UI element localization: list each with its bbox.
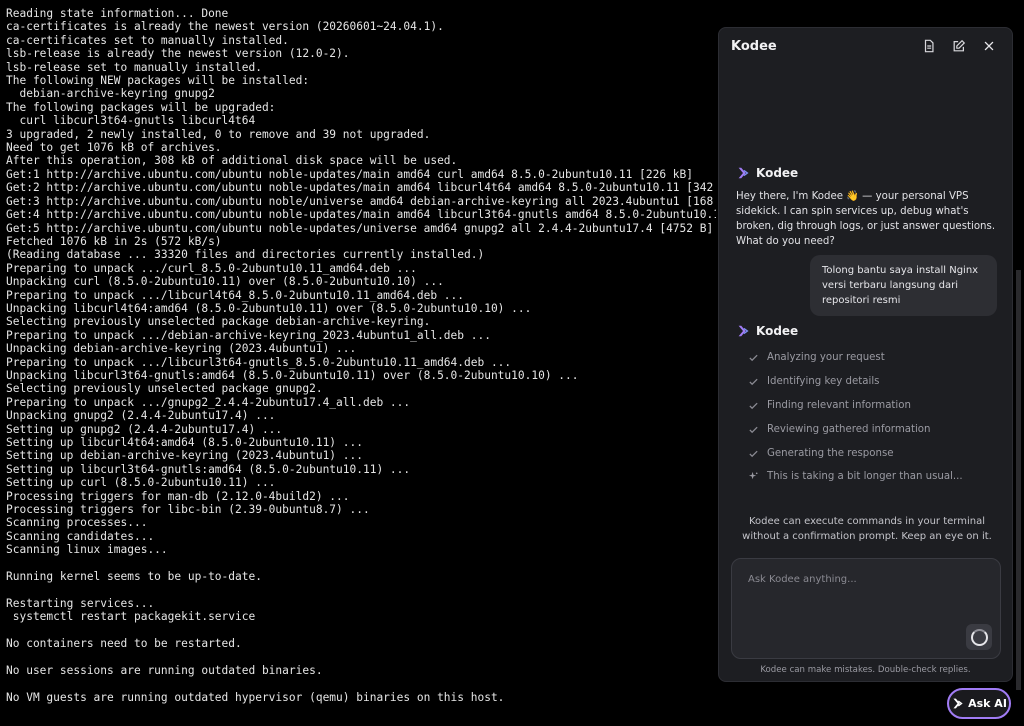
ask-ai-button[interactable]: Ask AI — [947, 688, 1011, 719]
terminal-line: curl libcurl3t64-gnutls libcurl4t64 — [6, 114, 256, 128]
terminal-line: Get:3 http://archive.ubuntu.com/ubuntu n… — [6, 194, 714, 208]
chat-input-box[interactable] — [731, 558, 1001, 659]
terminal-line: Preparing to unpack .../libcurl3t64-gnut… — [6, 355, 512, 369]
terminal-line: Running kernel seems to be up-to-date. — [6, 570, 262, 584]
terminal-line: systemctl restart packagekit.service — [6, 610, 256, 624]
terminal-line: Processing triggers for libc-bin (2.39-0… — [6, 503, 370, 517]
terminal-line: No user sessions are running outdated bi… — [6, 663, 323, 677]
bot-name: Kodee — [756, 324, 799, 338]
check-icon — [747, 447, 759, 459]
terminal-line: ca-certificates is already the newest ve… — [6, 20, 444, 34]
terminal-line: Preparing to unpack .../curl_8.5.0-2ubun… — [6, 261, 417, 275]
terminal-line: Setting up debian-archive-keyring (2023.… — [6, 449, 363, 463]
terminal-line: lsb-release is already the newest versio… — [6, 47, 350, 61]
terminal-output[interactable]: Reading state information... Done ca-cert… — [6, 7, 716, 719]
terminal-line: Preparing to unpack .../gnupg2_2.4.4-2ub… — [6, 395, 411, 409]
terminal-line: Get:1 http://archive.ubuntu.com/ubuntu n… — [6, 167, 694, 181]
user-message: Tolong bantu saya install Nginx versi te… — [810, 255, 997, 316]
terminal-line: Unpacking libcurl3t64-gnutls:amd64 (8.5.… — [6, 368, 579, 382]
terminal-line: ca-certificates set to manually installe… — [6, 33, 289, 47]
terminal-line: Preparing to unpack .../debian-archive-k… — [6, 328, 491, 342]
panel-title: Kodee — [731, 39, 777, 54]
terminal-line: Get:5 http://archive.ubuntu.com/ubuntu n… — [6, 221, 714, 235]
disclaimer: Kodee can make mistakes. Double-check re… — [760, 665, 971, 675]
terminal-line: Processing triggers for man-db (2.12.0-4… — [6, 489, 350, 503]
terminal-line: Unpacking debian-archive-keyring (2023.4… — [6, 342, 357, 356]
step-item: This is taking a bit longer than usual..… — [747, 465, 997, 489]
step-item: Reviewing gathered information — [747, 417, 997, 441]
step-label: Finding relevant information — [767, 399, 911, 411]
bot-label: Kodee — [736, 324, 798, 338]
kodee-panel: Kodee Kodee Hey there, I'm Kodee 👋 — you… — [718, 27, 1013, 682]
step-label: Generating the response — [767, 447, 894, 459]
kodee-logo-icon — [738, 167, 749, 179]
terminal-line: Preparing to unpack .../libcurl4t64_8.5.… — [6, 288, 465, 302]
check-icon — [747, 399, 759, 411]
terminal-line: The following packages will be upgraded: — [6, 100, 276, 114]
scrollbar[interactable] — [1016, 270, 1021, 690]
terminal-line: Scanning linux images... — [6, 543, 168, 557]
terminal-line: No containers need to be restarted. — [6, 637, 242, 651]
step-label: Reviewing gathered information — [767, 423, 931, 435]
kodee-logo-icon — [738, 325, 749, 337]
terminal-line: No VM guests are running outdated hyperv… — [6, 690, 505, 704]
terminal-line: Selecting previously unselected package … — [6, 315, 431, 329]
terminal-line: Setting up libcurl3t64-gnutls:amd64 (8.5… — [6, 462, 411, 476]
terminal-line: lsb-release set to manually installed. — [6, 60, 262, 74]
kodee-logo-icon — [953, 698, 963, 709]
check-icon — [747, 423, 759, 435]
step-item: Finding relevant information — [747, 394, 997, 418]
step-item: Identifying key details — [747, 370, 997, 394]
send-button[interactable] — [966, 624, 992, 650]
close-icon[interactable] — [981, 38, 997, 54]
terminal-line: Unpacking libcurl4t64:amd64 (8.5.0-2ubun… — [6, 301, 532, 315]
terminal-line: Unpacking gnupg2 (2.4.4-2ubuntu17.4) ... — [6, 409, 276, 423]
step-item: Analyzing your request — [747, 346, 997, 370]
loading-spinner-icon — [970, 628, 988, 646]
terminal-line: Restarting services... — [6, 596, 155, 610]
terminal-line: (Reading database ... 33320 files and di… — [6, 248, 485, 262]
panel-header: Kodee — [719, 28, 1012, 66]
bot-name: Kodee — [756, 166, 799, 180]
step-label: Analyzing your request — [767, 352, 885, 364]
progress-steps: Analyzing your request Identifying key d… — [747, 346, 997, 489]
terminal-warning: Kodee can execute commands in your termi… — [742, 516, 992, 542]
terminal-line: Setting up curl (8.5.0-2ubuntu10.11) ... — [6, 476, 276, 490]
edit-icon[interactable] — [951, 38, 967, 54]
step-item: Generating the response — [747, 441, 997, 465]
step-label: Identifying key details — [767, 376, 880, 388]
chat-input[interactable] — [746, 572, 980, 626]
terminal-line: debian-archive-keyring gnupg2 — [6, 87, 215, 101]
terminal-line: Get:2 http://archive.ubuntu.com/ubuntu n… — [6, 181, 714, 195]
terminal-line: Unpacking curl (8.5.0-2ubuntu10.11) over… — [6, 275, 444, 289]
ask-ai-label: Ask AI — [968, 697, 1007, 710]
terminal-line: Setting up libcurl4t64:amd64 (8.5.0-2ubu… — [6, 436, 363, 449]
bot-label: Kodee — [736, 166, 798, 180]
terminal-line: 3 upgraded, 2 newly installed, 0 to remo… — [6, 127, 431, 141]
note-icon[interactable] — [921, 38, 937, 54]
terminal-line: Setting up gnupg2 (2.4.4-2ubuntu17.4) ..… — [6, 422, 283, 436]
terminal-line: Reading state information... Done — [6, 7, 229, 20]
check-icon — [747, 376, 759, 388]
check-icon — [747, 352, 759, 364]
terminal-line: Need to get 1076 kB of archives. — [6, 141, 222, 155]
terminal-line: Selecting previously unselected package … — [6, 382, 323, 396]
terminal-line: After this operation, 308 kB of addition… — [6, 154, 458, 168]
terminal-line: Scanning processes... — [6, 516, 148, 530]
bot-greeting: Hey there, I'm Kodee 👋 — your personal V… — [736, 191, 996, 247]
sparkle-icon — [747, 471, 759, 483]
terminal-line: Scanning candidates... — [6, 529, 155, 543]
terminal-line: Fetched 1076 kB in 2s (572 kB/s) — [6, 234, 222, 248]
terminal-line: Get:4 http://archive.ubuntu.com/ubuntu n… — [6, 208, 716, 222]
terminal-line: The following NEW packages will be insta… — [6, 74, 310, 88]
step-label: This is taking a bit longer than usual..… — [767, 471, 963, 483]
